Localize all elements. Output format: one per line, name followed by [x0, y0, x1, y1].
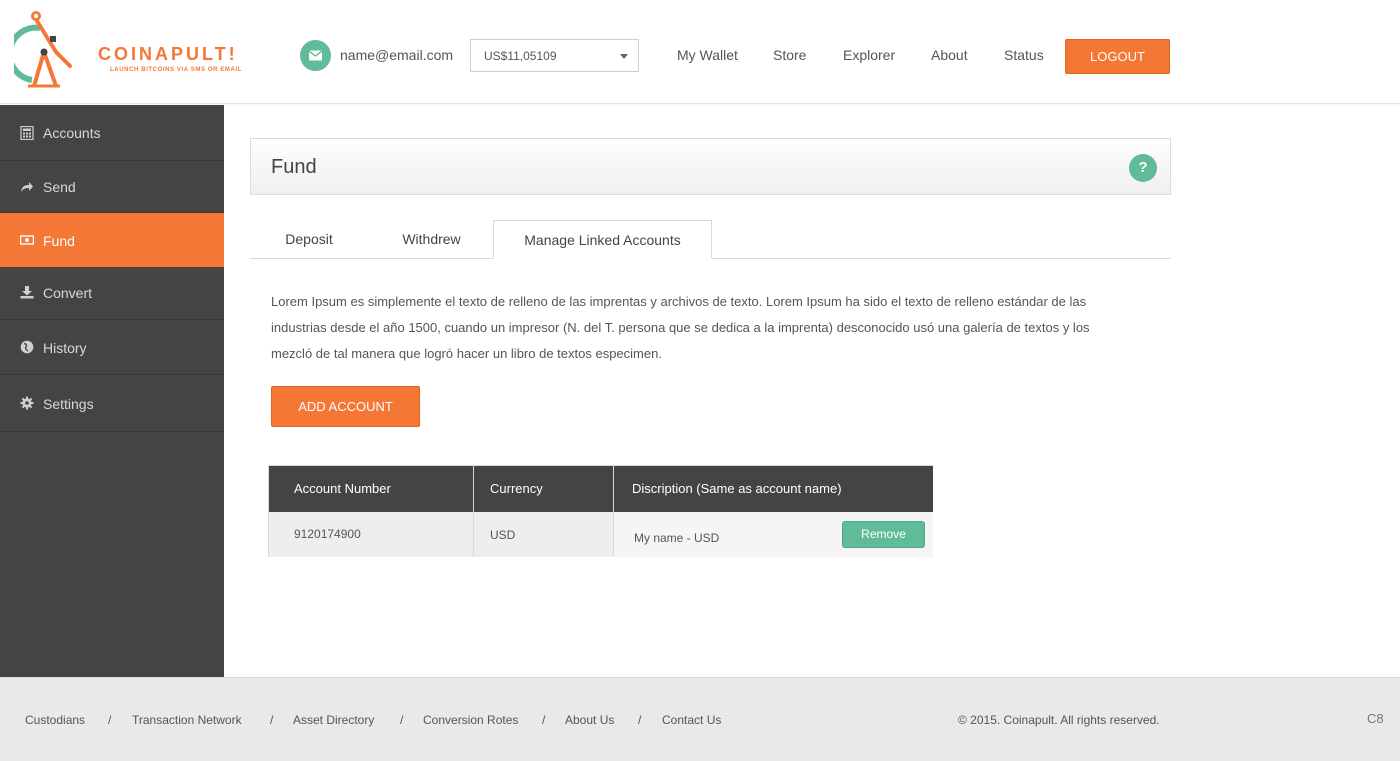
envelope-icon	[300, 40, 331, 71]
sidebar-item-fund[interactable]: Fund	[0, 213, 224, 267]
linked-accounts-table: Account Number Currency Discription (Sam…	[268, 465, 933, 557]
footer-link-asset-directory[interactable]: Asset Directory	[293, 713, 374, 727]
calculator-icon	[20, 126, 34, 140]
tab-withdrew[interactable]: Withdrew	[372, 220, 491, 259]
globe-icon	[20, 340, 34, 354]
column-divider	[473, 466, 474, 557]
table-row: 9120174900	[269, 512, 473, 557]
column-header-currency: Currency	[473, 466, 613, 512]
sidebar-item-label: Settings	[43, 396, 94, 412]
sidebar-item-label: Fund	[43, 233, 75, 249]
footer-separator: /	[638, 713, 642, 727]
share-icon	[21, 182, 33, 192]
brand-name: COINAPULT!	[98, 44, 238, 64]
sidebar-item-accounts[interactable]: Accounts	[0, 105, 224, 161]
gear-icon	[20, 396, 34, 410]
footer-separator: /	[400, 713, 404, 727]
footer-separator: /	[542, 713, 546, 727]
nav-explorer[interactable]: Explorer	[843, 47, 895, 63]
balance-value: US$11,05109	[484, 49, 557, 63]
corner-badge: C8	[1367, 711, 1384, 726]
description-text: Lorem Ipsum es simplemente el texto de r…	[271, 294, 1090, 361]
currency-cell: USD	[490, 528, 516, 542]
sidebar-item-settings[interactable]: Settings	[0, 375, 224, 432]
sidebar-item-label: Send	[43, 179, 76, 195]
sidebar-item-history[interactable]: History	[0, 320, 224, 375]
fund-panel-header: Fund ?	[250, 138, 1171, 195]
footer-link-conversion-rotes[interactable]: Conversion Rotes	[423, 713, 518, 727]
tab-manage-linked-accounts[interactable]: Manage Linked Accounts	[493, 220, 712, 259]
table-row: USD	[473, 512, 613, 557]
nav-store[interactable]: Store	[773, 47, 806, 63]
sidebar-item-label: History	[43, 340, 87, 356]
column-header-account-number: Account Number	[269, 466, 473, 512]
balance-dropdown[interactable]: US$11,05109	[470, 39, 639, 72]
user-email: name@email.com	[340, 47, 454, 63]
catapult-logo-icon	[14, 11, 72, 88]
sidebar-item-convert[interactable]: Convert	[0, 267, 224, 320]
header: COINAPULT! LAUNCH BITCOINS VIA SMS OR EM…	[0, 0, 1400, 104]
footer: Custodians / Transaction Network / Asset…	[0, 677, 1400, 761]
column-divider	[613, 466, 614, 557]
sidebar-item-label: Convert	[43, 285, 93, 301]
nav-my-wallet[interactable]: My Wallet	[677, 47, 738, 63]
sidebar-item-label: Accounts	[43, 125, 101, 141]
logout-button[interactable]: LOGOUT	[1065, 39, 1170, 74]
brand-tagline: LAUNCH BITCOINS VIA SMS OR EMAIL	[110, 67, 242, 73]
download-icon	[20, 286, 34, 299]
help-icon[interactable]: ?	[1129, 154, 1157, 182]
coinapult-logo[interactable]: COINAPULT! LAUNCH BITCOINS VIA SMS OR EM…	[14, 8, 254, 92]
remove-button[interactable]: Remove	[842, 521, 925, 548]
footer-link-contact-us[interactable]: Contact Us	[662, 713, 721, 727]
footer-link-custodians[interactable]: Custodians	[25, 713, 85, 727]
sidebar-item-send[interactable]: Send	[0, 161, 224, 213]
column-header-description: Discription (Same as account name)	[613, 466, 933, 512]
description-cell: My name - USD	[634, 531, 720, 545]
add-account-button[interactable]: ADD ACCOUNT	[271, 386, 420, 427]
tab-deposit[interactable]: Deposit	[258, 220, 360, 259]
sidebar: Accounts Send Fund Convert History Setti…	[0, 105, 224, 677]
footer-link-transaction-network[interactable]: Transaction Network	[132, 713, 242, 727]
nav-status[interactable]: Status	[1004, 47, 1044, 63]
caret-down-icon	[620, 54, 628, 59]
account-number-cell: 9120174900	[294, 527, 361, 541]
footer-separator: /	[108, 713, 112, 727]
footer-separator: /	[270, 713, 274, 727]
page-title: Fund	[271, 156, 317, 178]
footer-link-about-us[interactable]: About Us	[565, 713, 614, 727]
nav-about[interactable]: About	[931, 47, 968, 63]
copyright-text: © 2015. Coinapult. All rights reserved.	[958, 713, 1160, 727]
money-icon	[20, 235, 34, 245]
